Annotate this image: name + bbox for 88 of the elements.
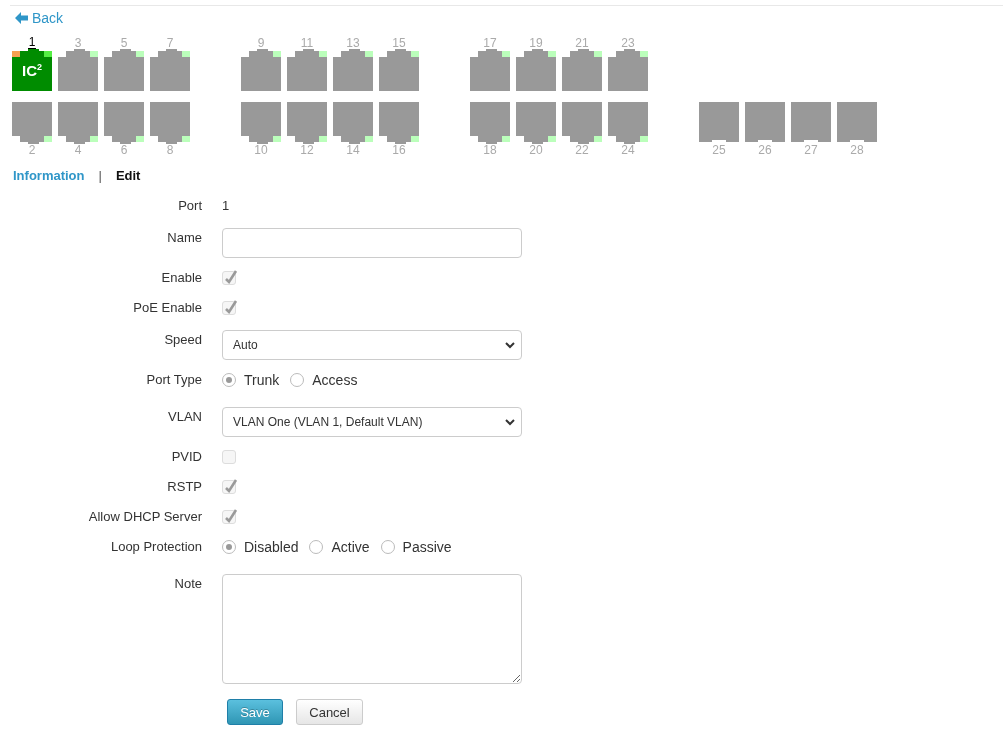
field-label: PoE Enable [132,300,202,316]
port-number: 3 [74,37,82,49]
sfp-port[interactable] [837,102,877,144]
port-number: 22 [575,144,589,156]
field-label: Speed [163,331,202,349]
ethernet-port[interactable] [150,49,190,91]
field-label: Note [173,575,202,593]
field-label: Port [177,198,202,214]
port-number: 27 [804,144,818,156]
radio-label[interactable]: Passive [402,539,452,555]
port-number: 12 [300,144,314,156]
chevron-down-icon [505,341,515,349]
ethernet-port[interactable] [12,102,52,144]
radio-label[interactable]: Active [331,539,370,555]
tab[interactable]: Edit [115,168,141,184]
radio-label[interactable]: Disabled [244,539,299,555]
dropdown[interactable]: Auto [222,330,522,360]
radio-label[interactable]: Access [312,372,358,388]
port-number: 20 [529,144,543,156]
chevron-down-icon [505,418,515,426]
ethernet-port[interactable] [516,49,556,91]
ethernet-port[interactable] [104,49,144,91]
ethernet-port[interactable] [608,102,648,144]
ethernet-port[interactable] [470,49,510,91]
port-number: 8 [166,144,174,156]
port-number: 18 [483,144,497,156]
field-label: Loop Protection [109,539,202,555]
ethernet-port[interactable] [104,102,144,144]
cancel-button[interactable]: Cancel [296,699,363,725]
ethernet-port[interactable] [241,102,281,144]
port-number: 21 [575,37,589,49]
port-number: 23 [621,37,635,49]
radio-button[interactable] [222,540,236,554]
ethernet-port[interactable] [379,102,419,144]
field-label: Enable [160,270,202,286]
ethernet-port[interactable] [516,102,556,144]
port-number: 14 [346,144,360,156]
ethernet-port[interactable] [58,102,98,144]
ethernet-port[interactable] [58,49,98,91]
port-number: 17 [483,37,497,49]
note-textarea[interactable] [222,574,522,684]
field-label: Port Type [145,372,202,388]
ethernet-port[interactable] [241,49,281,91]
radio-button[interactable] [222,373,236,387]
port-number: 9 [257,37,265,49]
arrow-left-icon [15,12,28,24]
field-label: RSTP [166,479,202,495]
ethernet-port[interactable] [562,102,602,144]
port-number: 4 [74,144,82,156]
tab-separator: | [98,168,102,184]
field-label: Allow DHCP Server [87,509,202,525]
ethernet-port[interactable] [287,49,327,91]
ethernet-port[interactable]: IC$^{2}$ [12,49,52,91]
port-number: 10 [254,144,268,156]
port-number: 26 [758,144,772,156]
radio-button[interactable] [380,540,395,554]
sfp-port[interactable] [745,102,785,144]
dropdown[interactable]: VLAN One (VLAN 1, Default VLAN) [222,407,522,437]
radio-label[interactable]: Trunk [244,372,280,388]
radio-button[interactable] [309,540,324,554]
port-number: 19 [529,37,543,49]
sfp-port[interactable] [699,102,739,144]
port-number: 25 [712,144,726,156]
port-number: 13 [346,37,360,49]
port-number: 5 [120,37,128,49]
sfp-port[interactable] [791,102,831,144]
radio-button[interactable] [290,373,305,387]
ethernet-port[interactable] [562,49,602,91]
ethernet-port[interactable] [470,102,510,144]
name-input[interactable] [222,228,522,258]
port-number: 11 [300,37,314,49]
ethernet-port[interactable] [287,102,327,144]
port-number: 2 [28,144,36,156]
port-number: 15 [392,37,406,49]
ethernet-port[interactable] [379,49,419,91]
ethernet-port[interactable] [333,102,373,144]
field-label: PVID [170,449,202,465]
ethernet-port[interactable] [608,49,648,91]
field-label: VLAN [167,408,202,426]
ethernet-port[interactable] [150,102,190,144]
port-value: 1 [222,198,230,213]
port-number: 28 [850,144,864,156]
port-number: 7 [166,37,174,49]
field-label: Name [166,229,202,247]
port-number: 24 [621,144,635,156]
port-number: 16 [392,144,406,156]
ethernet-port[interactable] [333,49,373,91]
port-number: 6 [120,144,128,156]
